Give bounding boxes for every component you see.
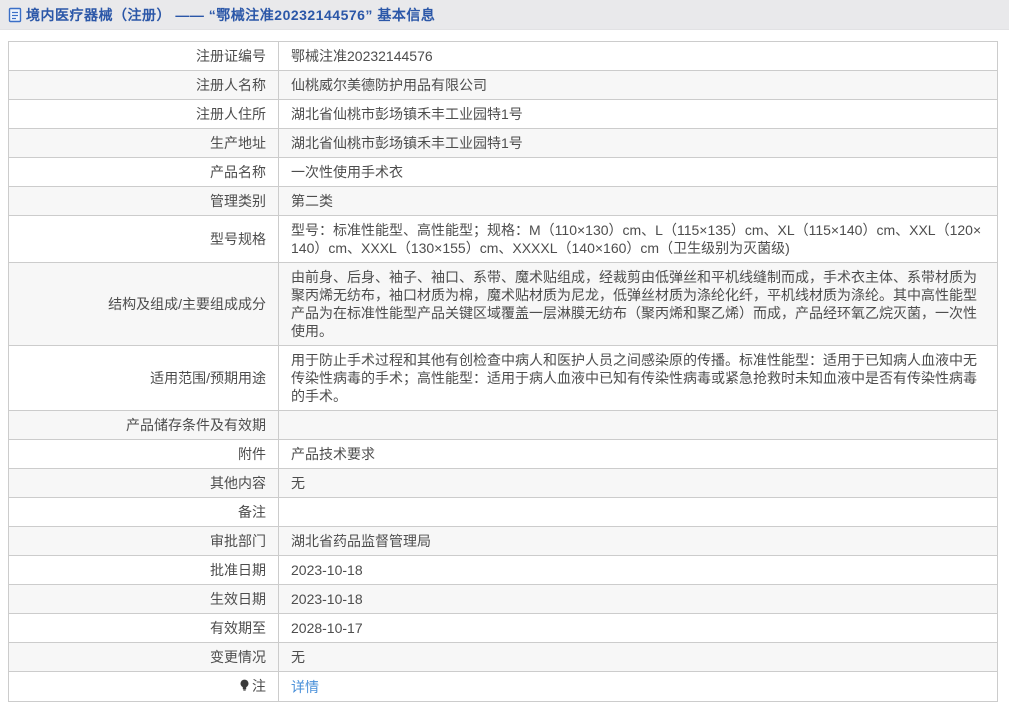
table-row: 生效日期 2023-10-18 (8, 584, 998, 614)
row-label: 产品名称 (8, 157, 279, 187)
table-row: 有效期至 2028-10-17 (8, 613, 998, 643)
registration-info-table: 注册证编号 鄂械注准20232144576 注册人名称 仙桃威尔美德防护用品有限公司注… (8, 41, 998, 702)
row-label: 附件 (8, 439, 279, 469)
row-label: 批准日期 (8, 555, 279, 585)
row-value: 第二类 (278, 186, 998, 216)
row-label: 备注 (8, 497, 279, 527)
table-row: 型号规格 型号：标准性能型、高性能型；规格：M（110×130）cm、L（115×… (8, 215, 998, 263)
row-label: 生产地址 (8, 128, 279, 158)
row-label: 注 (8, 671, 279, 702)
row-label: 生效日期 (8, 584, 279, 614)
row-value: 仙桃威尔美德防护用品有限公司 (278, 70, 998, 100)
table-row: 注册人名称 仙桃威尔美德防护用品有限公司 (8, 70, 998, 100)
row-value: 无 (278, 642, 998, 672)
row-value: 无 (278, 468, 998, 498)
row-value: 2023-10-18 (278, 584, 998, 614)
row-value: 一次性使用手术衣 (278, 157, 998, 187)
table-row: 变更情况无 (8, 642, 998, 672)
row-label: 管理类别 (8, 186, 279, 216)
page-title: 境内医疗器械（注册） —— “鄂械注准20232144576” 基本信息 (26, 6, 436, 23)
row-value: 用于防止手术过程和其他有创检查中病人和医护人员之间感染原的传播。标准性能型：适用… (278, 345, 998, 411)
details-link[interactable]: 详情 (291, 679, 319, 695)
registration-info-table-wrap: 注册证编号 鄂械注准20232144576 注册人名称 仙桃威尔美德防护用品有限公司注… (8, 41, 998, 702)
table-row: 适用范围/预期用途 用于防止手术过程和其他有创检查中病人和医护人员之间感染原的传播… (8, 345, 998, 411)
row-label: 审批部门 (8, 526, 279, 556)
table-row: 产品名称 一次性使用手术衣 (8, 157, 998, 187)
row-value: 详情 (278, 671, 998, 702)
table-row: 注册证编号 鄂械注准20232144576 (8, 41, 998, 71)
row-label: 注册证编号 (8, 41, 279, 71)
row-value: 型号：标准性能型、高性能型；规格：M（110×130）cm、L（115×135）… (278, 215, 998, 263)
row-label: 其他内容 (8, 468, 279, 498)
row-value: 湖北省仙桃市彭场镇禾丰工业园特1号 (278, 128, 998, 158)
table-row: 结构及组成/主要组成成分 由前身、后身、袖子、袖口、系带、魔术贴组成，经裁剪由低弹… (8, 262, 998, 346)
table-row: 批准日期 2023-10-18 (8, 555, 998, 585)
row-label: 有效期至 (8, 613, 279, 643)
row-label: 注册人住所 (8, 99, 279, 129)
document-icon (8, 7, 22, 23)
row-label: 注册人名称 (8, 70, 279, 100)
table-row: 备注 (8, 497, 998, 527)
row-value: 2023-10-18 (278, 555, 998, 585)
row-label: 结构及组成/主要组成成分 (8, 262, 279, 346)
row-value: 湖北省仙桃市彭场镇禾丰工业园特1号 (278, 99, 998, 129)
table-row: 管理类别 第二类 (8, 186, 998, 216)
row-label: 型号规格 (8, 215, 279, 263)
row-label: 变更情况 (8, 642, 279, 672)
lightbulb-icon (239, 678, 250, 696)
row-value: 鄂械注准20232144576 (278, 41, 998, 71)
row-value: 产品技术要求 (278, 439, 998, 469)
table-row: 注册人住所 湖北省仙桃市彭场镇禾丰工业园特1号 (8, 99, 998, 129)
row-label: 适用范围/预期用途 (8, 345, 279, 411)
table-row: 生产地址 湖北省仙桃市彭场镇禾丰工业园特1号 (8, 128, 998, 158)
row-value: 湖北省药品监督管理局 (278, 526, 998, 556)
table-row: 附件 产品技术要求 (8, 439, 998, 469)
row-value (278, 497, 998, 527)
row-value (278, 410, 998, 440)
table-row: 产品储存条件及有效期 (8, 410, 998, 440)
row-value: 由前身、后身、袖子、袖口、系带、魔术贴组成，经裁剪由低弹丝和平机线缝制而成，手术… (278, 262, 998, 346)
row-label: 产品储存条件及有效期 (8, 410, 279, 440)
table-row: 其他内容无 (8, 468, 998, 498)
table-row: 注详情 (8, 671, 998, 702)
table-row: 审批部门 湖北省药品监督管理局 (8, 526, 998, 556)
row-value: 2028-10-17 (278, 613, 998, 643)
page-header: 境内医疗器械（注册） —— “鄂械注准20232144576” 基本信息 (0, 0, 1009, 30)
